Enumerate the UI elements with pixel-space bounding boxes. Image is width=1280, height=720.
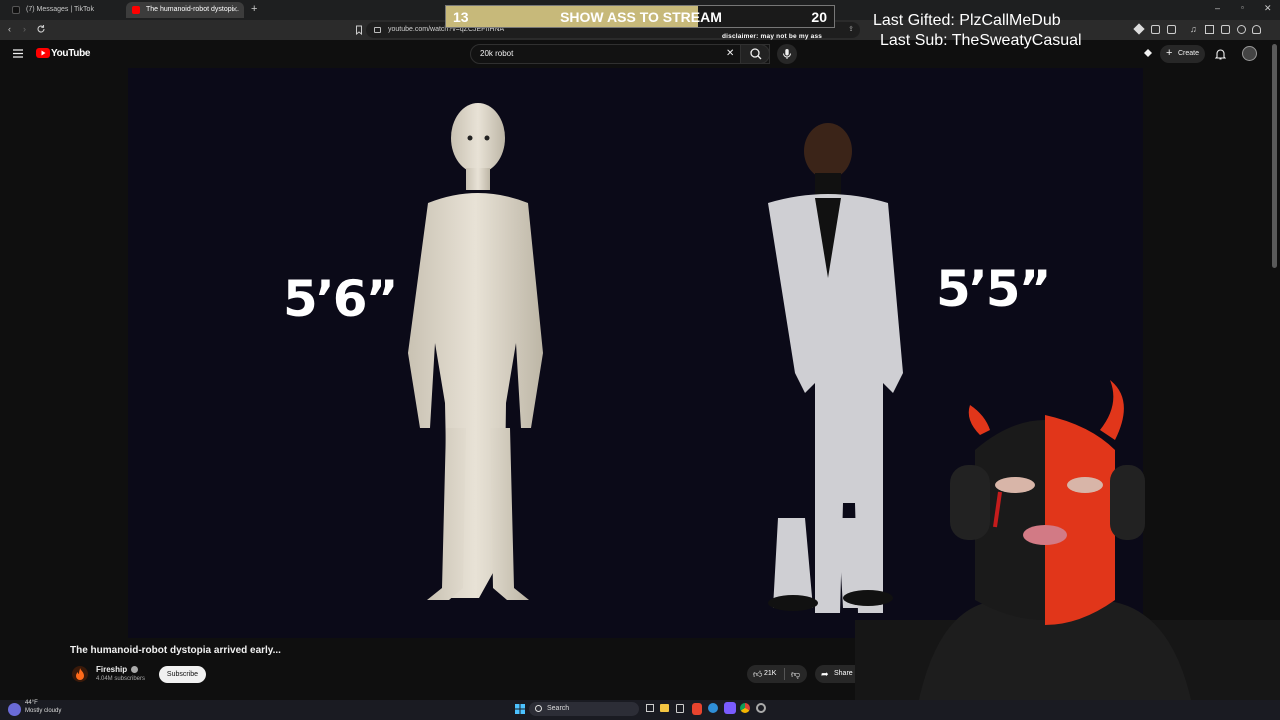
create-button[interactable]: + Create bbox=[1160, 45, 1205, 63]
start-icon[interactable] bbox=[515, 704, 525, 714]
brave-browser-icon[interactable] bbox=[692, 703, 702, 715]
humanoid-robot-figure bbox=[408, 103, 543, 600]
task-view-icon[interactable] bbox=[646, 704, 654, 712]
temperature: 44°F bbox=[25, 700, 38, 706]
taskbar-search[interactable]: Search bbox=[529, 702, 639, 716]
person-height-label: 5’5” bbox=[936, 260, 1051, 318]
new-tab-button[interactable]: + bbox=[251, 3, 257, 15]
clear-search-icon[interactable]: ✕ bbox=[726, 45, 734, 63]
share-page-icon[interactable]: ⇪ bbox=[848, 22, 854, 38]
extension-icon[interactable] bbox=[1151, 25, 1160, 34]
wallet-icon[interactable] bbox=[1221, 25, 1230, 34]
streamer-webcam-overlay bbox=[855, 380, 1280, 720]
extension-icon[interactable] bbox=[1167, 25, 1176, 34]
avatar[interactable] bbox=[1242, 46, 1257, 61]
forward-button[interactable]: › bbox=[23, 24, 26, 34]
share-label: Share bbox=[834, 670, 853, 677]
shield-icon[interactable] bbox=[1252, 25, 1261, 34]
last-sub-label: Last Sub: TheSweatyCasual bbox=[880, 32, 1082, 49]
app-icon[interactable] bbox=[724, 702, 736, 714]
extensions-toolbar: ♫ bbox=[1133, 23, 1265, 36]
close-window-button[interactable]: ✕ bbox=[1264, 3, 1272, 14]
video-title: The humanoid-robot dystopia arrived earl… bbox=[70, 645, 281, 656]
youtube-logo-icon[interactable] bbox=[36, 48, 50, 58]
search-icon bbox=[750, 48, 762, 60]
menu-icon[interactable] bbox=[13, 49, 23, 58]
search-icon bbox=[535, 705, 542, 712]
channel-name[interactable]: Fireship bbox=[96, 665, 139, 674]
channel-name-text: Fireship bbox=[96, 665, 128, 674]
goal-title: SHOW ASS TO STREAM bbox=[560, 9, 722, 25]
taskbar-search-label: Search bbox=[547, 705, 570, 712]
youtube-favicon-icon bbox=[132, 6, 140, 14]
donation-goal-banner: 13 SHOW ASS TO STREAM 20 bbox=[445, 5, 835, 28]
bookmark-icon[interactable] bbox=[354, 25, 364, 35]
divider bbox=[784, 668, 785, 680]
weather-condition: Mostly cloudy bbox=[25, 708, 62, 714]
like-button[interactable]: 👍︎ 21K 👎︎ bbox=[747, 665, 807, 683]
site-info-icon[interactable] bbox=[374, 27, 381, 33]
tiktok-icon bbox=[12, 6, 20, 14]
file-explorer-icon[interactable] bbox=[660, 704, 669, 712]
edge-icon[interactable] bbox=[708, 703, 718, 713]
tab-label: (7) Messages | TikTok bbox=[26, 6, 94, 13]
overlay-disclaimer: disclaimer: may not be my ass bbox=[722, 33, 823, 40]
back-button[interactable]: ‹ bbox=[8, 24, 11, 34]
channel-avatar[interactable] bbox=[72, 666, 88, 682]
studio-icon[interactable] bbox=[1143, 48, 1153, 58]
minimize-button[interactable]: – bbox=[1215, 3, 1220, 13]
goal-target-count: 20 bbox=[811, 9, 827, 25]
windows-taskbar: 44°F Mostly cloudy bbox=[0, 700, 1280, 720]
extension-icon[interactable] bbox=[1133, 23, 1145, 35]
notifications-icon[interactable] bbox=[1215, 48, 1226, 60]
page-scrollbar[interactable] bbox=[1272, 44, 1277, 268]
verified-icon bbox=[131, 666, 139, 673]
youtube-logo-text[interactable]: YouTube bbox=[51, 48, 91, 59]
calendar-icon[interactable] bbox=[676, 704, 684, 713]
share-icon: ➦ bbox=[821, 669, 829, 679]
like-count: 21K bbox=[764, 670, 777, 677]
microphone-icon bbox=[783, 49, 791, 59]
sidebar-icon[interactable] bbox=[1205, 25, 1214, 34]
tab-label: The humanoid-robot dystopi... bbox=[146, 6, 239, 13]
search-input[interactable]: 20k robot ✕ bbox=[470, 44, 770, 64]
search-query: 20k robot bbox=[480, 49, 514, 58]
last-gifted-label: Last Gifted: PlzCallMeDub bbox=[873, 12, 1061, 29]
subscriber-count: 4.04M subscribers bbox=[96, 676, 146, 682]
maximize-button[interactable]: ▫ bbox=[1241, 3, 1244, 12]
weather-icon[interactable] bbox=[8, 703, 21, 716]
robot-height-label: 5’6” bbox=[283, 270, 398, 328]
tab-youtube-video[interactable]: The humanoid-robot dystopi... ✕ bbox=[126, 2, 244, 18]
thumbs-up-icon: 👍︎ bbox=[753, 669, 763, 679]
plus-icon: + bbox=[1166, 47, 1173, 59]
create-label: Create bbox=[1178, 50, 1200, 57]
obs-icon[interactable] bbox=[756, 703, 766, 713]
tab-tiktok[interactable]: (7) Messages | TikTok bbox=[6, 2, 124, 18]
voice-search-button[interactable] bbox=[777, 44, 797, 64]
vpn-icon[interactable] bbox=[1237, 25, 1246, 34]
thumbs-down-icon[interactable]: 👎︎ bbox=[791, 665, 800, 683]
media-control-icon[interactable]: ♫ bbox=[1190, 24, 1197, 34]
chrome-icon[interactable] bbox=[740, 703, 750, 713]
close-tab-icon[interactable]: ✕ bbox=[231, 2, 238, 18]
fire-icon bbox=[76, 668, 84, 680]
reload-icon[interactable] bbox=[36, 24, 46, 34]
subscribe-button[interactable]: Subscribe bbox=[159, 666, 206, 683]
search-button[interactable] bbox=[740, 44, 770, 64]
